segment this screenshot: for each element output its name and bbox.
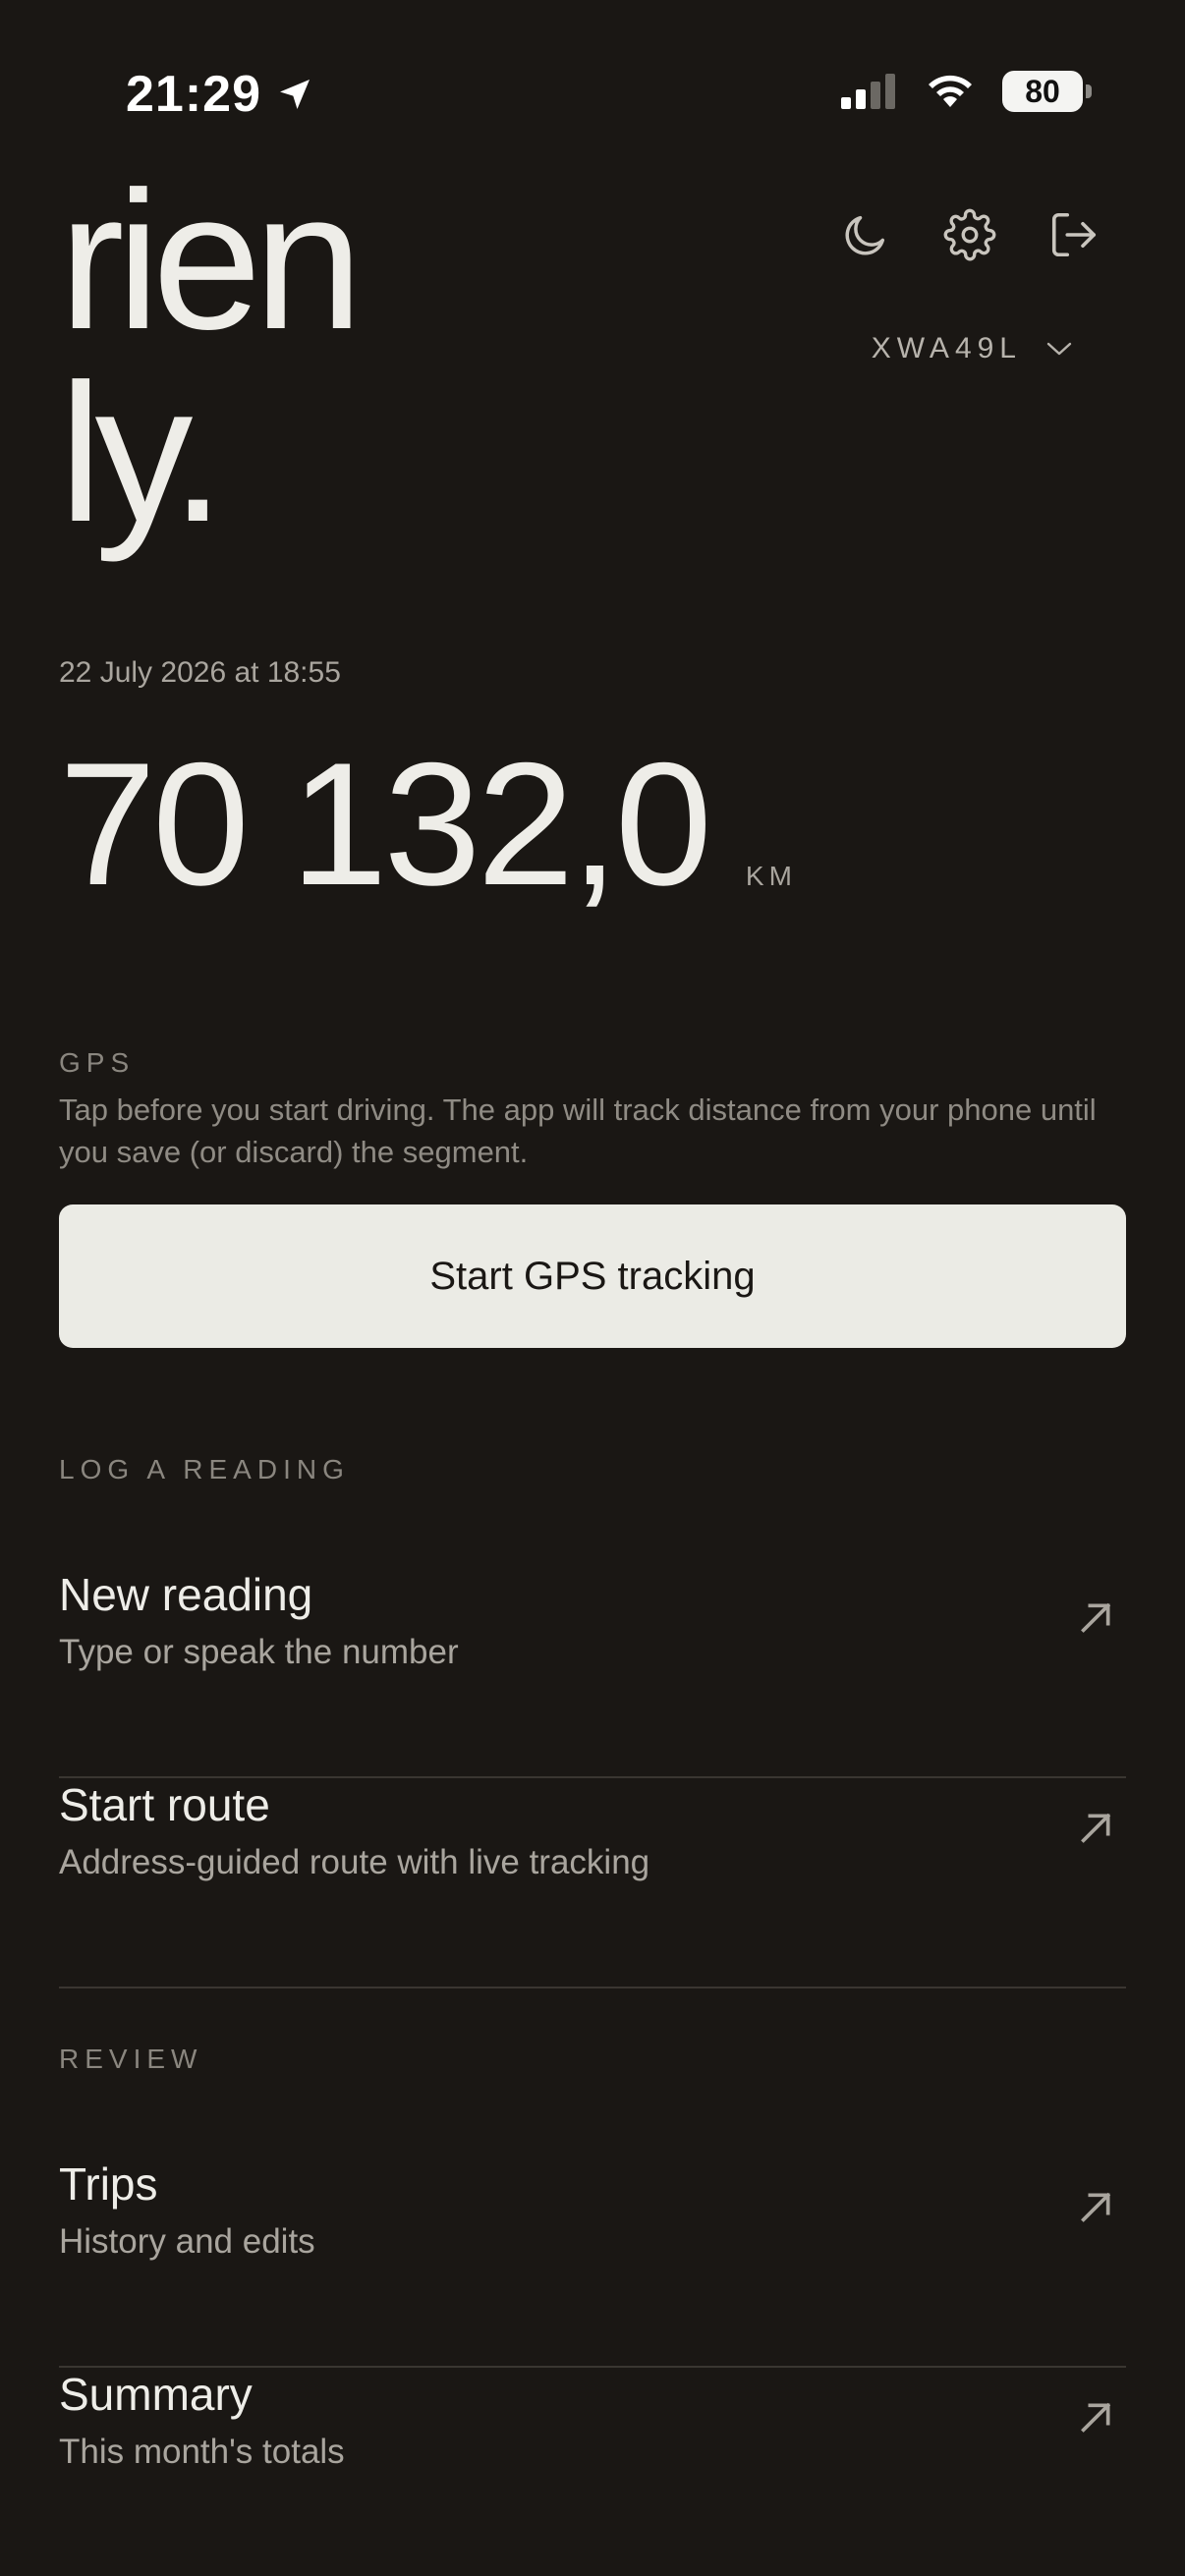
- status-icons: 80: [841, 71, 1092, 112]
- chevron-down-icon: [1046, 342, 1072, 356]
- home-screen: 21:29 80 rien ly. XWA49L 22 July 2026 at…: [0, 0, 1185, 2576]
- gps-description: Tap before you start driving. The app wi…: [59, 1092, 1097, 1169]
- arrow-up-right-icon: [1081, 2402, 1111, 2433]
- start-route-subtitle: Address-guided route with live tracking: [59, 1843, 650, 1881]
- dark-mode-toggle-button[interactable]: [837, 206, 894, 263]
- arrow-up-right-icon: [1081, 1602, 1111, 1633]
- arrow-up-right-icon: [1081, 2192, 1111, 2222]
- location-arrow-icon: [280, 80, 310, 109]
- log-section-label: LOG A READING: [59, 1454, 350, 1484]
- start-gps-tracking-button[interactable]: Start GPS tracking: [59, 1204, 1126, 1348]
- summary-subtitle: This month's totals: [59, 2433, 345, 2471]
- new-reading-title: New reading: [59, 1569, 313, 1620]
- odometer-display: 70 132,0 KM: [59, 737, 797, 912]
- battery-indicator: 80: [1002, 71, 1092, 112]
- summary-title: Summary: [59, 2369, 253, 2420]
- moon-icon: [845, 215, 885, 255]
- brand-logo: rien ly.: [59, 151, 363, 563]
- logout-icon: [1051, 212, 1097, 257]
- cellular-signal-icon: [841, 74, 895, 109]
- gear-icon: [943, 208, 996, 261]
- start-route-item[interactable]: Start route Address-guided route with li…: [59, 1778, 1126, 1988]
- trips-title: Trips: [59, 2158, 158, 2210]
- vehicle-plate: XWA49L: [871, 332, 1022, 364]
- start-route-title: Start route: [59, 1779, 270, 1830]
- settings-button[interactable]: [941, 206, 998, 263]
- odometer-value: 70 132,0: [59, 726, 712, 922]
- arrow-up-right-icon: [1081, 1813, 1111, 1843]
- vehicle-selector[interactable]: XWA49L: [872, 332, 1073, 365]
- last-reading-date: 22 July 2026 at 18:55: [59, 656, 341, 689]
- new-reading-subtitle: Type or speak the number: [59, 1633, 459, 1671]
- status-time: 21:29: [126, 65, 314, 124]
- wifi-icon: [929, 75, 972, 107]
- logout-button[interactable]: [1045, 206, 1102, 263]
- new-reading-item[interactable]: New reading Type or speak the number: [59, 1568, 1126, 1778]
- trips-subtitle: History and edits: [59, 2222, 315, 2261]
- header-actions: [837, 206, 1102, 263]
- odometer-unit: KM: [745, 861, 797, 891]
- trips-item[interactable]: Trips History and edits: [59, 2157, 1126, 2368]
- review-section-label: REVIEW: [59, 2044, 203, 2074]
- gps-section-label: GPS: [59, 1047, 136, 1078]
- summary-item[interactable]: Summary This month's totals: [59, 2368, 1126, 2576]
